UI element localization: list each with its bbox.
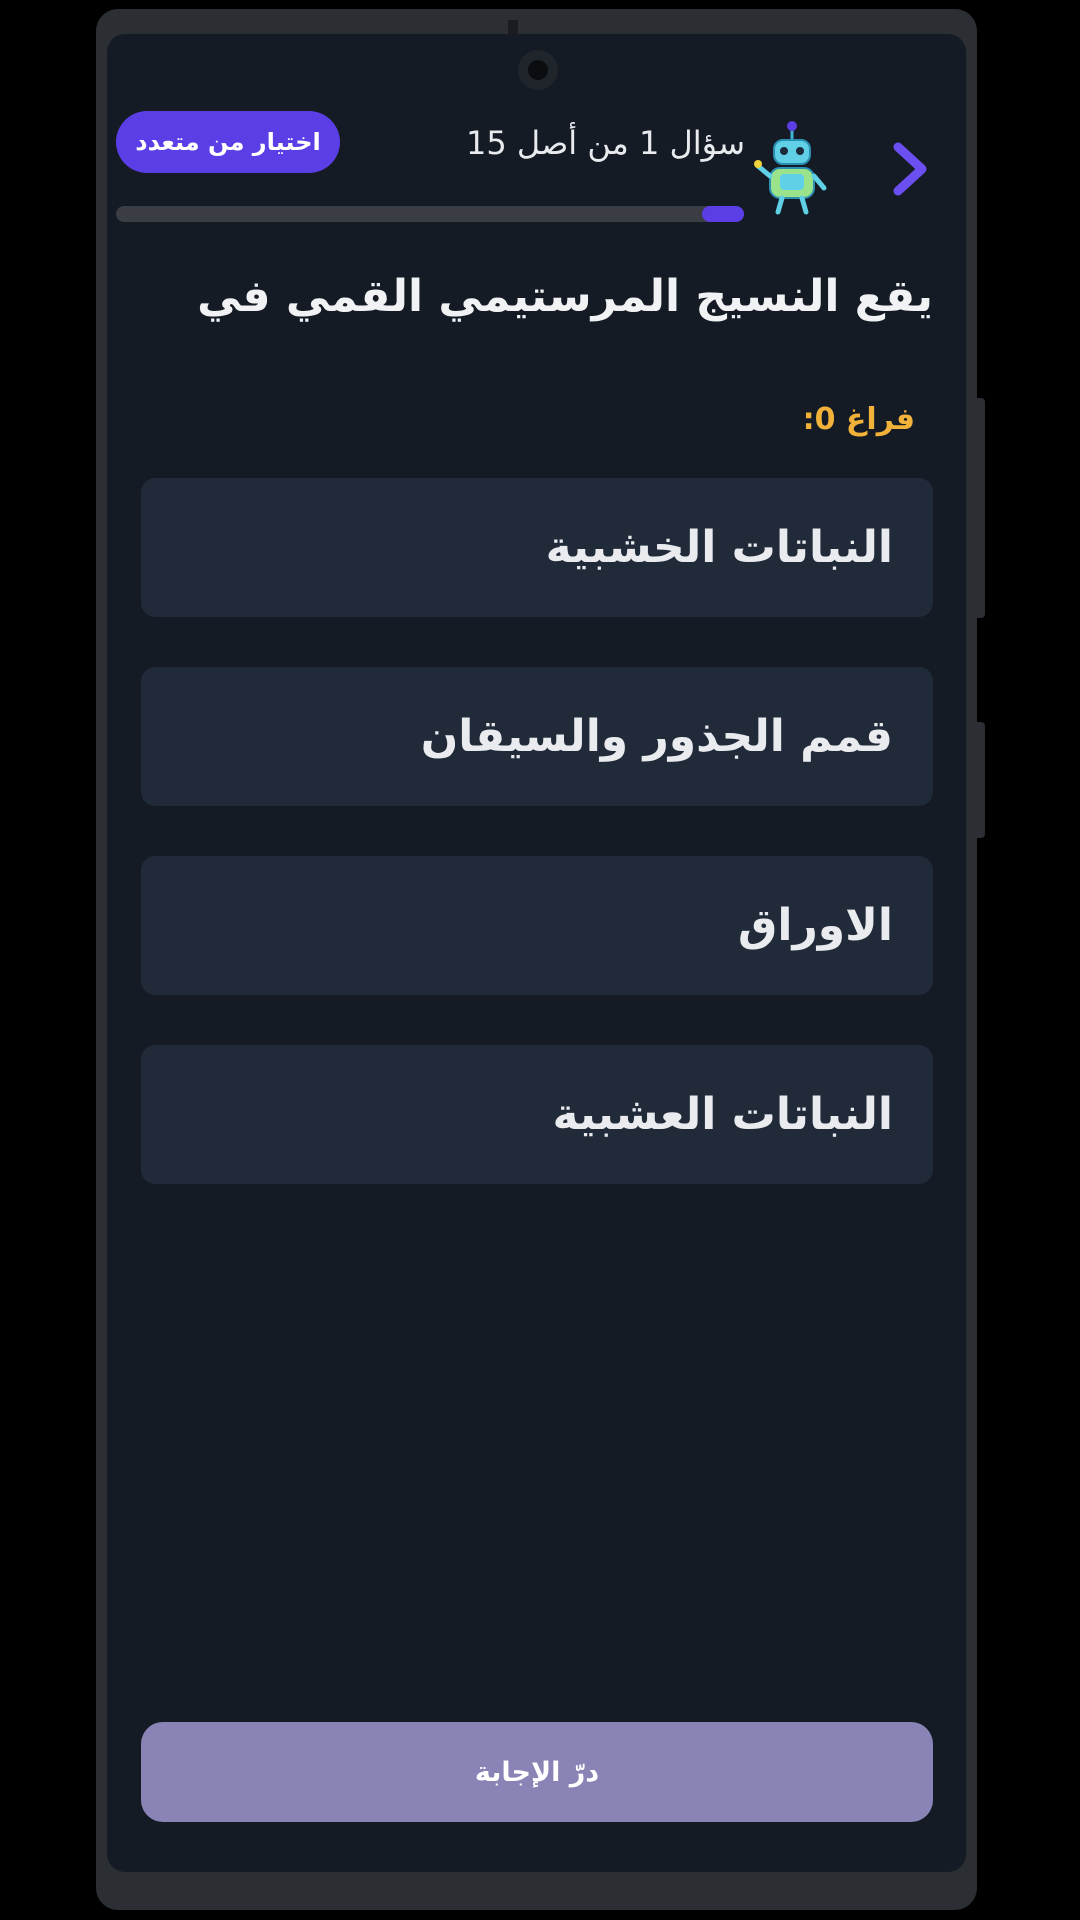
blank-counter: فراغ 0: (802, 402, 915, 437)
device-side-button (977, 398, 985, 618)
submit-answer-button[interactable]: درّ الإجابة (141, 1722, 933, 1822)
answer-option[interactable]: النباتات الخشبية (141, 478, 933, 617)
answer-options: النباتات الخشبية قمم الجذور والسيقان الا… (141, 478, 933, 1234)
back-button[interactable] (880, 134, 940, 204)
question-text: يقع النسيج المرستيمي القمي في (197, 271, 933, 322)
device-top-notch (508, 20, 518, 34)
chevron-right-icon (893, 142, 927, 196)
device-side-button (977, 722, 985, 838)
progress-fill (701, 206, 744, 222)
question-type-badge: اختيار من متعدد (116, 111, 340, 173)
answer-option[interactable]: الاوراق (141, 856, 933, 995)
front-camera (518, 50, 558, 90)
answer-option[interactable]: قمم الجذور والسيقان (141, 667, 933, 806)
progress-bar (116, 206, 744, 222)
answer-option[interactable]: النباتات العشبية (141, 1045, 933, 1184)
robot-mascot-icon (754, 118, 830, 216)
question-counter: سؤال 1 من أصل 15 (465, 124, 745, 162)
